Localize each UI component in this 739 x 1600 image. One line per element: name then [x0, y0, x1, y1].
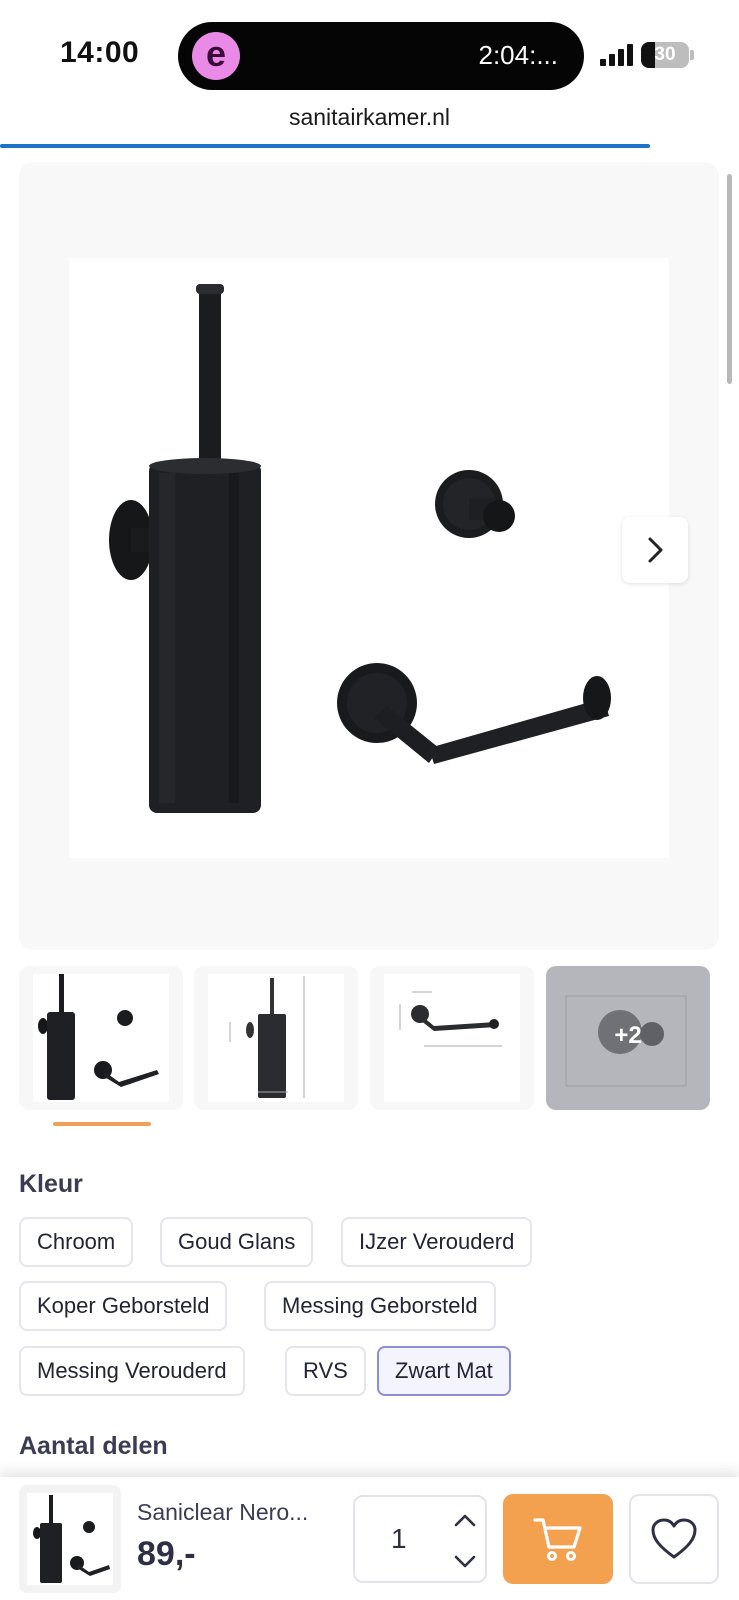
dynamic-island[interactable]: e 2:04:... — [178, 22, 584, 90]
chevron-down-icon[interactable] — [451, 1547, 479, 1575]
thumbnail-strip: +2 — [19, 966, 719, 1110]
color-option-koper-geborsteld[interactable]: Koper Geborsteld — [19, 1281, 228, 1331]
product-name: Saniclear Nero... — [137, 1499, 309, 1525]
color-option-ijzer-verouderd[interactable]: IJzer Verouderd — [341, 1217, 533, 1267]
thumbnail-2[interactable] — [194, 966, 358, 1110]
thumbnail-more[interactable]: +2 — [546, 966, 710, 1110]
battery-tip — [690, 50, 694, 60]
thumbnail-3[interactable] — [370, 966, 534, 1110]
chevron-right-icon — [648, 537, 663, 563]
color-option-chroom[interactable]: Chroom — [19, 1217, 134, 1267]
status-time: 14:00 — [60, 36, 140, 69]
cellular-signal-icon — [600, 44, 634, 66]
product-price: 89,- — [137, 1535, 196, 1573]
color-option-messing-geborsteld[interactable]: Messing Geborsteld — [264, 1281, 496, 1331]
product-thumbnail[interactable] — [19, 1485, 121, 1593]
parts-section-title: Aantal delen — [19, 1432, 168, 1460]
color-option-messing-verouderd[interactable]: Messing Verouderd — [19, 1346, 245, 1396]
active-thumbnail-indicator — [53, 1122, 151, 1126]
url-bar[interactable]: sanitairkamer.nl — [0, 104, 739, 131]
page-load-progress — [0, 144, 650, 148]
thumbnail-more-label: +2 — [614, 1022, 642, 1049]
shopping-cart-icon — [533, 1518, 582, 1561]
main-product-image[interactable] — [69, 258, 669, 858]
page-scrollbar[interactable] — [727, 174, 732, 384]
island-app-icon: e — [192, 32, 240, 80]
add-to-cart-button[interactable] — [503, 1494, 613, 1584]
color-option-goud-glans[interactable]: Goud Glans — [160, 1217, 314, 1267]
wishlist-button[interactable] — [629, 1494, 719, 1584]
quantity-value[interactable]: 1 — [391, 1523, 407, 1555]
chevron-up-icon[interactable] — [451, 1507, 479, 1535]
color-option-zwart-mat[interactable]: Zwart Mat — [377, 1346, 511, 1396]
heart-icon — [651, 1518, 697, 1559]
quantity-stepper[interactable]: 1 — [353, 1495, 487, 1583]
thumbnail-1[interactable] — [19, 966, 183, 1110]
battery-level: 30 — [654, 44, 676, 65]
sticky-purchase-bar: Saniclear Nero... 89,- 1 — [0, 1477, 739, 1600]
color-section-title: Kleur — [19, 1170, 83, 1198]
status-bar: 14:00 e 2:04:... 30 — [0, 0, 739, 108]
battery-icon: 30 — [641, 42, 689, 68]
island-timer: 2:04:... — [478, 40, 559, 70]
island-app-letter: e — [205, 33, 227, 74]
gallery-next-button[interactable] — [622, 517, 688, 583]
color-option-rvs[interactable]: RVS — [285, 1346, 366, 1396]
product-gallery — [19, 162, 719, 950]
